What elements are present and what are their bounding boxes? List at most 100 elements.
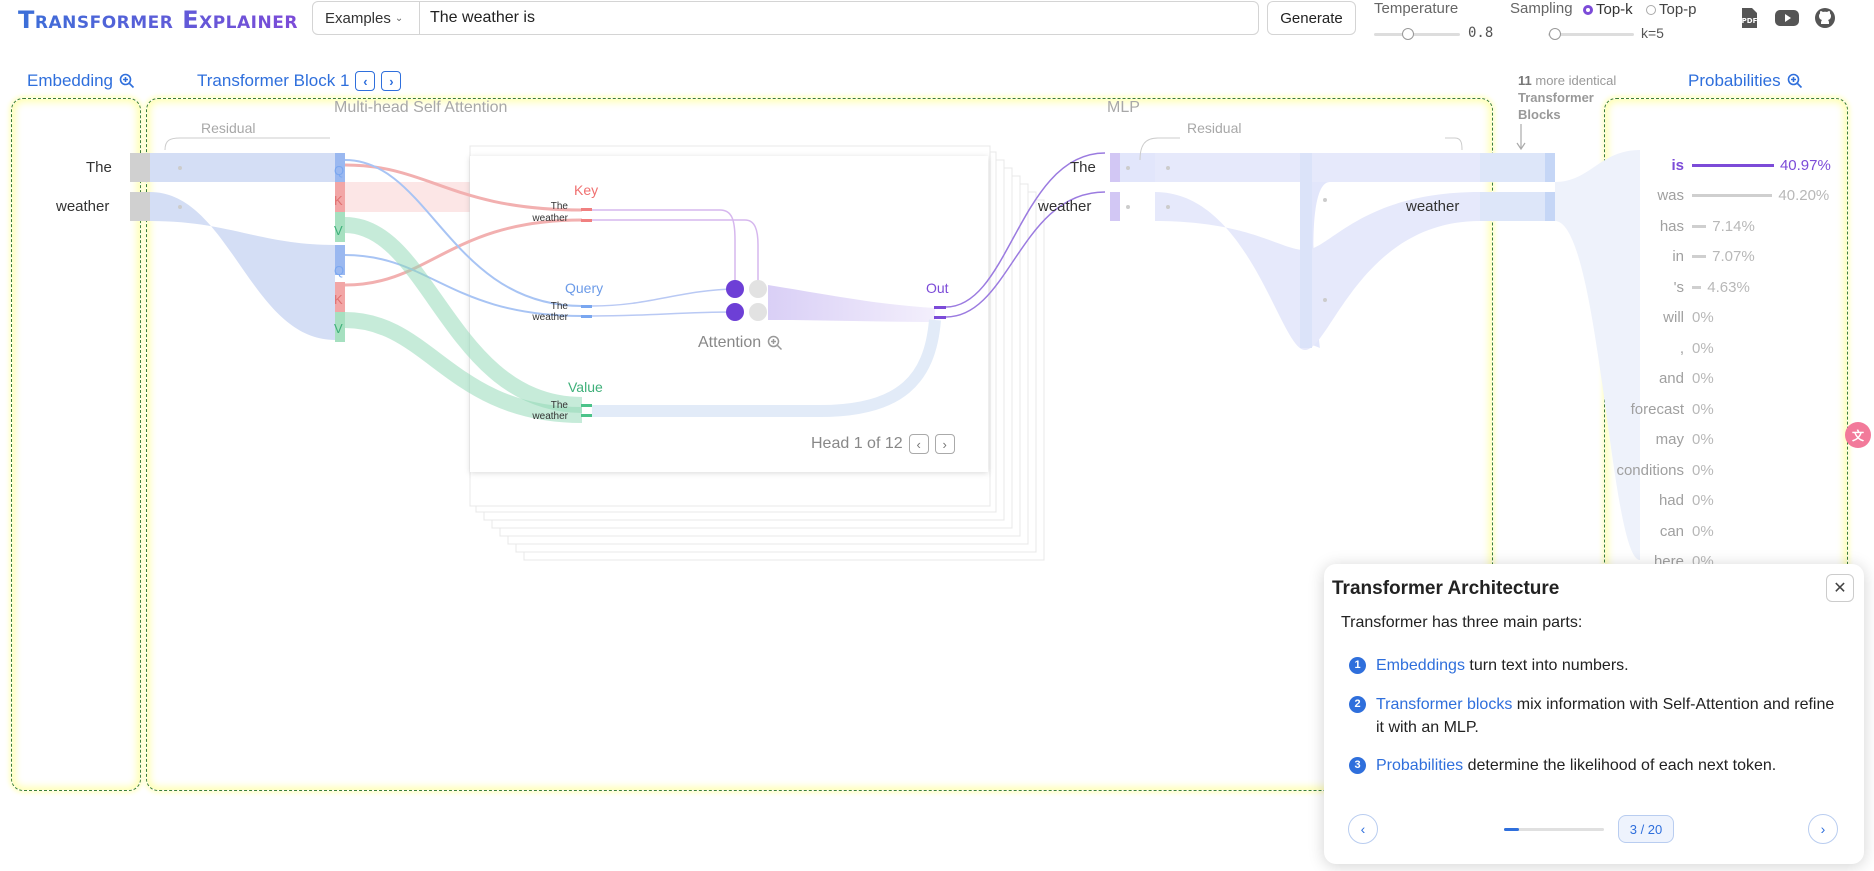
q-label: Q	[334, 263, 345, 278]
probability-row[interactable]: in 7.07%	[1600, 242, 1840, 272]
tooltip-item: 3 Probabilities determine the likelihood…	[1349, 754, 1839, 777]
q-label: Q	[334, 163, 345, 178]
tooltip-item: 1 Embeddings turn text into numbers.	[1349, 654, 1839, 677]
mini-token: weather	[532, 213, 568, 224]
embeddings-link[interactable]: Embeddings	[1376, 657, 1465, 674]
probability-row[interactable]: and 0%	[1600, 364, 1840, 394]
probability-value: 0%	[1692, 309, 1714, 326]
mha-label[interactable]: Multi-head Self Attention	[334, 99, 507, 117]
v-label: V	[334, 321, 343, 336]
translate-icon[interactable]: 文	[1845, 422, 1871, 448]
tooltip-item: 2 Transformer blocks mix information wit…	[1349, 693, 1839, 739]
next-step-button[interactable]: ›	[1808, 814, 1838, 844]
mlp-label[interactable]: MLP	[1107, 99, 1140, 117]
probability-value: 0%	[1692, 522, 1714, 540]
chevron-right-icon: ›	[1820, 821, 1826, 837]
probability-value: 0%	[1692, 492, 1714, 509]
mini-token: weather	[532, 312, 568, 323]
probability-row[interactable]: forecast 0%	[1600, 394, 1840, 424]
probability-value: 0%	[1692, 400, 1714, 418]
value-label[interactable]: Value	[568, 379, 603, 395]
key-label[interactable]: Key	[574, 182, 598, 198]
probability-value: 7.07%	[1712, 248, 1755, 265]
tooltip-item-text: determine the likelihood of each next to…	[1463, 757, 1777, 774]
probability-token: 's	[1673, 278, 1684, 296]
probability-token: may	[1655, 431, 1684, 448]
next-head-button[interactable]: ›	[934, 434, 955, 454]
probability-row[interactable]: can 0%	[1600, 516, 1840, 546]
probability-value: 40.20%	[1778, 187, 1830, 204]
probability-row[interactable]: had 0%	[1600, 486, 1840, 516]
probability-row[interactable]: was 40.20%	[1600, 181, 1840, 211]
close-icon: ✕	[1833, 580, 1847, 597]
probability-token: and	[1658, 370, 1684, 387]
probability-row[interactable]: is 40.97%	[1600, 150, 1840, 180]
v-label: V	[334, 223, 343, 238]
zoom-in-icon	[767, 335, 783, 351]
probability-row[interactable]: , 0%	[1600, 333, 1840, 363]
residual-label: Residual	[201, 120, 256, 136]
out-label[interactable]: Out	[926, 280, 949, 296]
probability-bar	[1692, 194, 1773, 197]
residual-label: Residual	[1187, 120, 1242, 136]
tour-tooltip: Transformer Architecture ✕ Transformer h…	[1324, 564, 1864, 864]
mini-token: weather	[532, 411, 568, 422]
mini-token: The	[550, 400, 568, 411]
probability-row[interactable]: 's 4.63%	[1600, 272, 1840, 302]
prev-head-button[interactable]: ‹	[908, 434, 929, 454]
probability-value: 0%	[1692, 461, 1714, 479]
mlp-token: weather	[1038, 198, 1092, 215]
page-indicator: 3 / 20	[1618, 815, 1674, 843]
probability-bar	[1692, 285, 1702, 289]
head-label: Head 1 of 12	[811, 435, 903, 452]
probability-value: 4.63%	[1707, 278, 1750, 296]
step-number-badge: 3	[1349, 757, 1366, 774]
probability-row[interactable]: will 0%	[1600, 303, 1840, 333]
probability-token: in	[1672, 248, 1684, 265]
tooltip-title: Transformer Architecture	[1332, 578, 1560, 599]
query-label[interactable]: Query	[565, 280, 603, 296]
probability-bar	[1692, 255, 1707, 258]
probability-token: is	[1671, 156, 1684, 174]
probability-value: 7.14%	[1712, 217, 1755, 235]
transformer-blocks-link[interactable]: Transformer blocks	[1376, 696, 1512, 713]
tooltip-intro: Transformer has three main parts:	[1341, 614, 1583, 631]
probability-bar	[1692, 163, 1774, 167]
step-number-badge: 1	[1349, 657, 1366, 674]
chevron-left-icon: ‹	[1360, 821, 1366, 837]
probability-token: forecast	[1630, 400, 1684, 418]
embedding-token[interactable]: weather	[56, 198, 109, 215]
head-navigator: Head 1 of 12 ‹ ›	[811, 434, 955, 454]
probability-row[interactable]: may 0%	[1600, 425, 1840, 455]
mlp-token: The	[1070, 159, 1096, 176]
attention-label: Attention	[698, 334, 762, 351]
key-mini-tokens: The	[540, 202, 568, 212]
probability-token: ,	[1679, 339, 1684, 357]
probability-row[interactable]: has 7.14%	[1600, 211, 1840, 241]
mini-token: The	[550, 201, 568, 212]
chevron-left-icon: ‹	[916, 436, 921, 452]
probability-value: 40.97%	[1779, 156, 1831, 174]
probability-row[interactable]: conditions 0%	[1600, 455, 1840, 485]
mini-token: The	[550, 301, 568, 312]
close-button[interactable]: ✕	[1826, 574, 1854, 602]
probability-value: 0%	[1692, 431, 1714, 448]
probability-value: 0%	[1692, 339, 1714, 357]
embedding-token[interactable]: The	[86, 159, 112, 176]
output-token: weather	[1406, 198, 1460, 215]
probability-value: 0%	[1692, 370, 1714, 387]
attention-button[interactable]: Attention	[698, 334, 783, 352]
probabilities-link[interactable]: Probabilities	[1376, 757, 1463, 774]
probability-token: was	[1657, 187, 1684, 204]
tour-progress-bar	[1504, 828, 1604, 831]
k-label: K	[334, 292, 343, 307]
probability-token: will	[1663, 309, 1684, 326]
prev-step-button[interactable]: ‹	[1348, 814, 1378, 844]
k-label: K	[334, 193, 343, 208]
probability-token: can	[1659, 522, 1684, 540]
probability-token: conditions	[1616, 461, 1684, 479]
tour-progress-fill	[1504, 828, 1519, 831]
tooltip-item-text: turn text into numbers.	[1464, 657, 1629, 674]
probability-token: has	[1659, 217, 1684, 235]
step-number-badge: 2	[1349, 696, 1366, 713]
